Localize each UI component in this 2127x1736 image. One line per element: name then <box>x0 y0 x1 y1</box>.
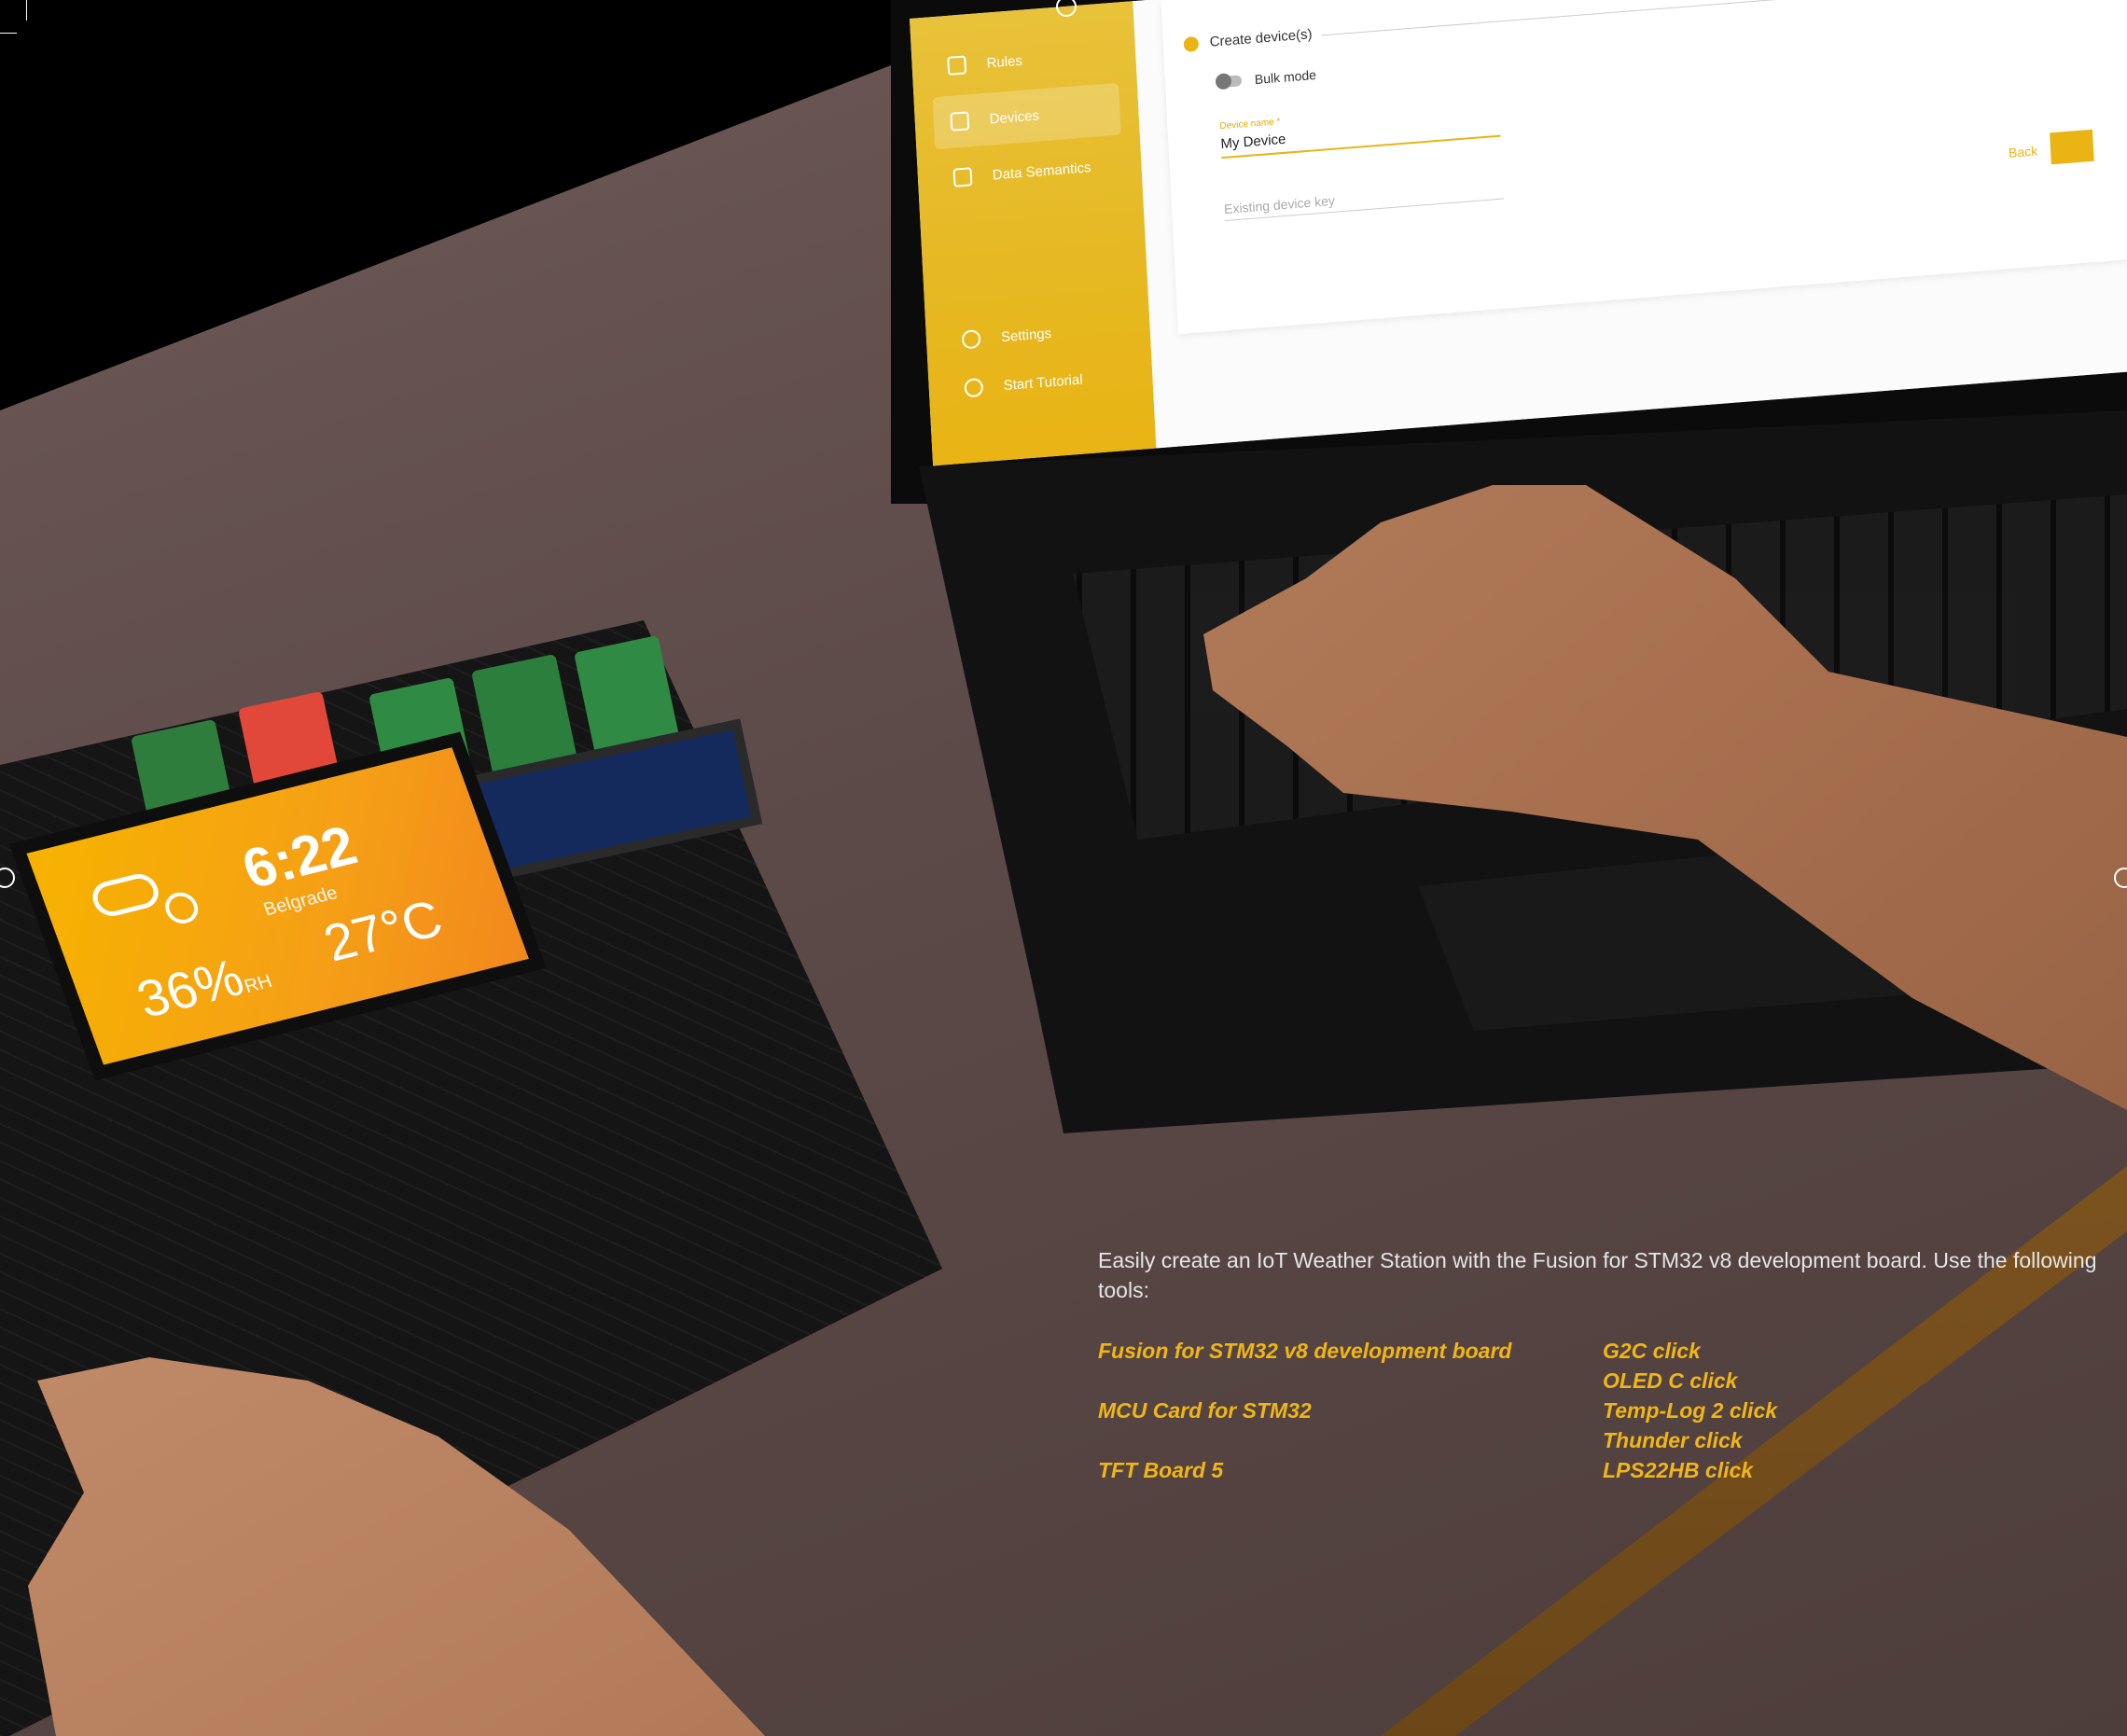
display-time: 6:22 <box>234 813 365 900</box>
display-humidity: 36%RH <box>129 940 277 1030</box>
app-sidebar: Rules Devices Data Semantics Settings St… <box>910 1 1157 466</box>
sidebar-item-devices[interactable]: Devices <box>932 82 1121 150</box>
crop-mark <box>2110 33 2127 34</box>
data-semantics-icon <box>952 167 973 187</box>
cloud-icon <box>88 870 164 920</box>
stepper-step: Create device(s) <box>1183 26 1313 52</box>
bulk-mode-toggle[interactable] <box>1216 75 1243 89</box>
caption-block: Easily create an IoT Weather Station wit… <box>1098 1245 2124 1482</box>
sidebar-item-label: Data Semantics <box>992 159 1091 183</box>
tool-item: Thunder click <box>1603 1428 1743 1452</box>
sidebar-item-rules[interactable]: Rules <box>929 27 1118 94</box>
tool-item: Temp-Log 2 click <box>1603 1398 1778 1423</box>
device-name-label: Device name * <box>1219 117 1281 132</box>
sidebar-item-label: Settings <box>1000 325 1052 345</box>
next-button[interactable] <box>2050 129 2094 165</box>
sun-icon <box>160 889 203 927</box>
humidity-value: 36% <box>129 947 251 1029</box>
sidebar-item-label: Devices <box>989 106 1040 128</box>
step-label: Create device(s) <box>1209 26 1313 50</box>
bulk-mode-label: Bulk mode <box>1254 66 1317 88</box>
tool-item: Fusion for STM32 v8 development board <box>1098 1339 1512 1363</box>
tool-item: OLED C click <box>1603 1368 1738 1393</box>
rules-icon <box>947 55 967 76</box>
humidity-unit: RH <box>242 971 275 997</box>
tool-item: G2C click <box>1603 1339 1701 1363</box>
tool-item: MCU Card for STM32 <box>1098 1398 1312 1423</box>
bulk-mode-row: Bulk mode <box>1216 66 1317 90</box>
tool-item: LPS22HB click <box>1603 1458 1754 1482</box>
tool-item: TFT Board 5 <box>1098 1458 1224 1482</box>
devices-icon <box>950 111 970 132</box>
step-connector <box>1321 0 1880 36</box>
crop-mark <box>2099 0 2100 21</box>
create-device-panel: Create device(s) Bulk mode Device name *… <box>1161 0 2127 335</box>
back-button[interactable]: Back <box>2009 144 2038 160</box>
step-indicator-icon <box>1183 35 1200 52</box>
sidebar-item-label: Start Tutorial <box>1003 371 1083 394</box>
help-icon <box>964 377 984 398</box>
gear-icon <box>961 328 981 350</box>
caption-intro: Easily create an IoT Weather Station wit… <box>1098 1248 2097 1302</box>
crop-mark <box>26 0 27 21</box>
sidebar-item-data-semantics[interactable]: Data Semantics <box>936 139 1124 206</box>
sidebar-item-label: Rules <box>986 52 1023 72</box>
app-main: Create device(s) Bulk mode Device name *… <box>1133 0 2127 449</box>
crop-mark <box>0 33 17 34</box>
device-name-input[interactable]: My Device <box>1220 132 1286 152</box>
photo-scene: Rules Devices Data Semantics Settings St… <box>0 0 2127 1736</box>
